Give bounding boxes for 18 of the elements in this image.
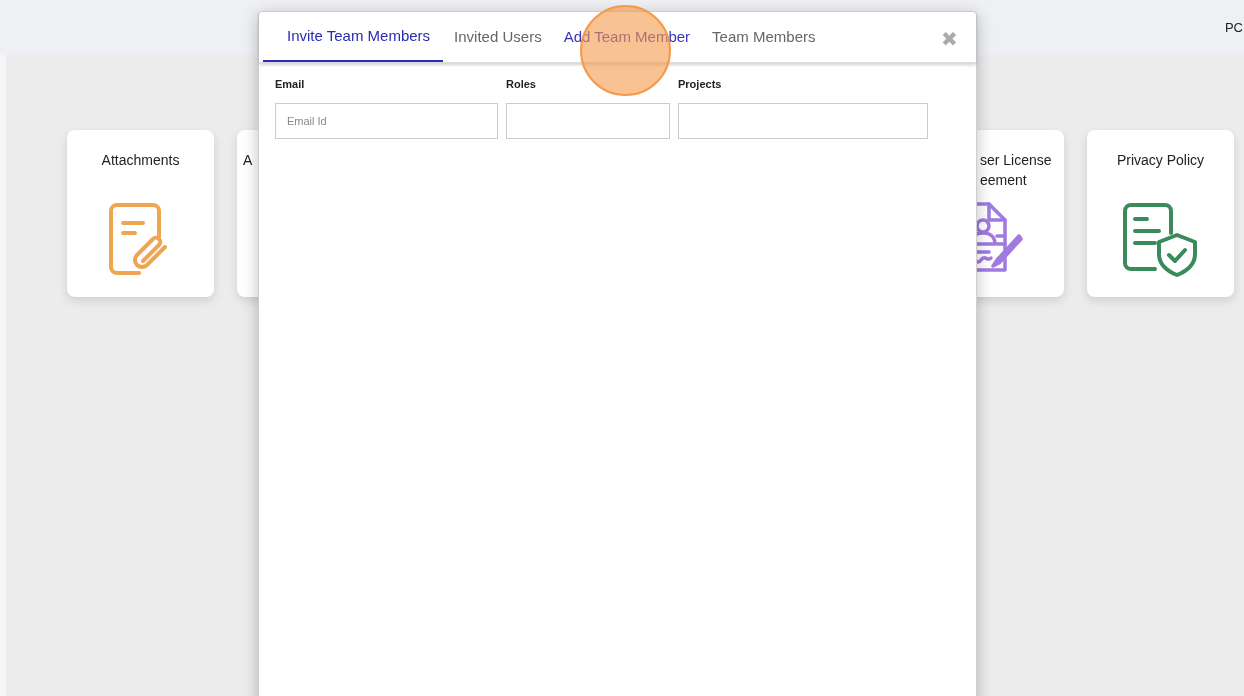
input-field[interactable]: Email Id <box>275 102 498 139</box>
document-shield-icon <box>1122 203 1199 277</box>
field-label: Projects <box>678 77 723 92</box>
input-field[interactable] <box>506 102 670 139</box>
user-initials[interactable]: PC <box>1224 17 1243 38</box>
privacy-card[interactable]: Privacy Policy <box>1087 130 1234 297</box>
field-label: Roles <box>506 77 537 92</box>
input-field[interactable] <box>678 102 928 139</box>
card-title: Attachments <box>101 151 180 170</box>
card-title: ser License <box>980 151 1052 170</box>
card-title: A <box>243 151 253 170</box>
attachments-card[interactable]: Attachments <box>67 130 214 297</box>
card-title: Privacy Policy <box>1116 151 1205 170</box>
field-label: Email <box>275 77 306 92</box>
tab[interactable]: Invited Users <box>443 12 553 62</box>
card-title: eement <box>980 171 1028 190</box>
tab[interactable]: Team Members <box>701 12 827 62</box>
tab[interactable]: Invite Team Members <box>263 12 444 62</box>
